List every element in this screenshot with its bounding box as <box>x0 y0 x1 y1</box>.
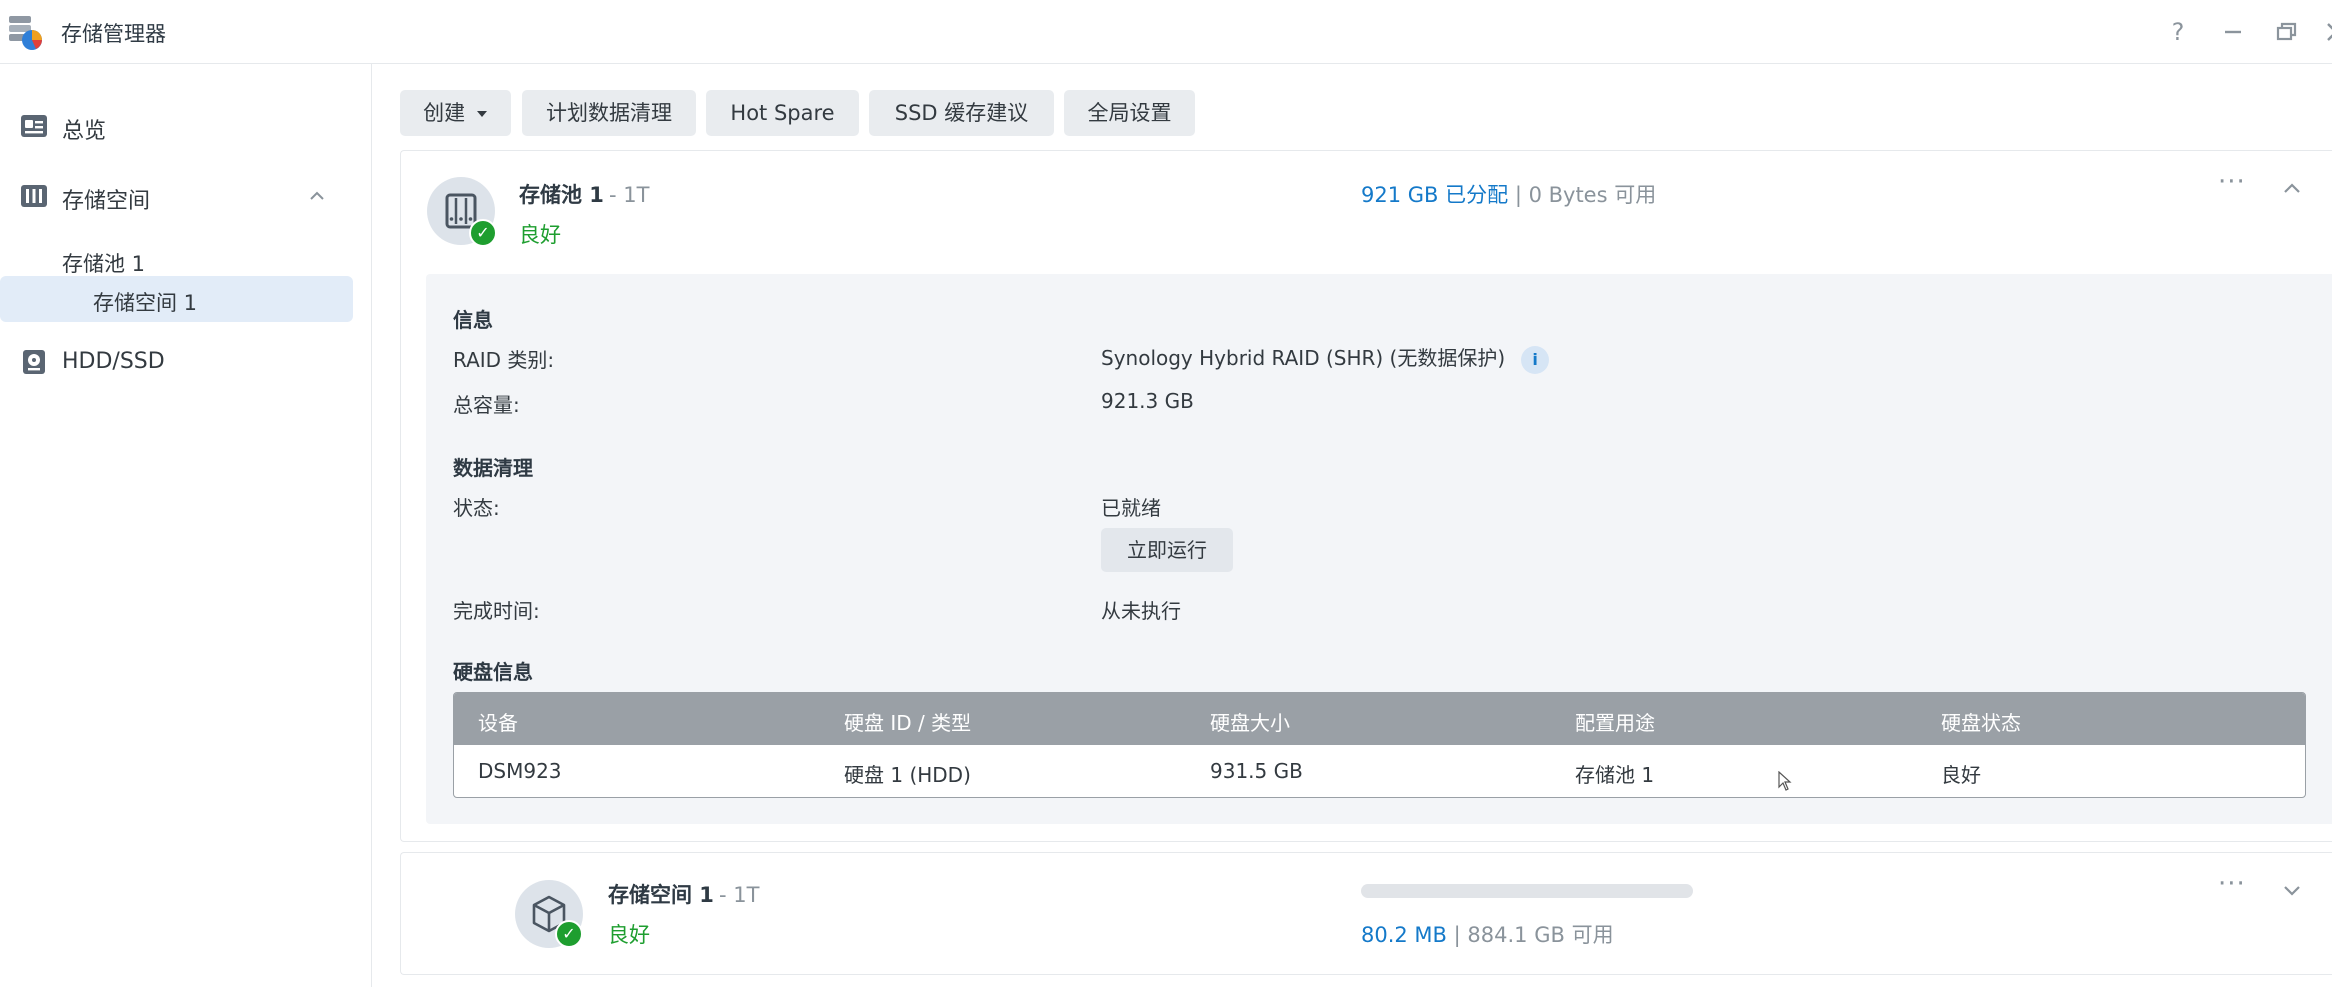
total-capacity-label: 总容量: <box>453 393 520 417</box>
disk-table: 设备 硬盘 ID / 类型 硬盘大小 配置用途 硬盘状态 DSM923 硬盘 1… <box>453 692 2306 798</box>
chevron-up-icon[interactable] <box>307 186 327 206</box>
col-device-header: 设备 <box>478 711 518 735</box>
healthy-check-icon: ✓ <box>469 219 497 247</box>
sidebar: 总览 存储空间 存储池 1 存储空间 1 HDD/SSD <box>0 64 372 987</box>
cell-usage: 存储池 1 <box>1575 763 1655 787</box>
storage-icon <box>21 185 47 207</box>
collapse-chevron-up-icon[interactable] <box>2277 173 2307 203</box>
raid-type-value-row: Synology Hybrid RAID (SHR) (无数据保护) i <box>1101 342 1550 374</box>
raid-type-label: RAID 类别: <box>453 348 555 372</box>
cell-device: DSM923 <box>478 759 562 783</box>
volume-status: 良好 <box>608 923 650 947</box>
finish-time-label: 完成时间: <box>453 599 540 623</box>
global-settings-button[interactable]: 全局设置 <box>1064 90 1195 136</box>
close-icon[interactable] <box>2318 14 2332 50</box>
sidebar-label-storage: 存储空间 <box>62 189 151 214</box>
volume-more-icon[interactable]: ··· <box>2218 869 2246 899</box>
volume-icon: ✓ <box>515 880 583 948</box>
pool-suffix: - 1T <box>609 183 650 207</box>
pool-more-icon[interactable]: ··· <box>2218 167 2246 197</box>
sidebar-label-overview: 总览 <box>62 119 107 144</box>
sidebar-label-pool: 存储池 1 <box>62 252 146 276</box>
volume-usage-bar <box>1361 884 1693 898</box>
hot-spare-button[interactable]: Hot Spare <box>706 90 859 136</box>
info-icon[interactable]: i <box>1521 345 1550 374</box>
volume-name: 存储空间 1 <box>608 883 714 907</box>
help-icon[interactable]: ? <box>2160 14 2196 50</box>
disk-info-section-title: 硬盘信息 <box>453 660 533 684</box>
pool-detail-panel: 信息 RAID 类别: Synology Hybrid RAID (SHR) (… <box>426 274 2332 824</box>
pool-usage: 921 GB 已分配 | 0 Bytes 可用 <box>1361 179 1656 209</box>
create-button-label: 创建 <box>423 101 466 125</box>
info-section-title: 信息 <box>453 308 493 332</box>
col-disk-size-header: 硬盘大小 <box>1210 711 1290 735</box>
overview-icon <box>21 115 47 137</box>
pool-separator: | <box>1514 183 1522 207</box>
cell-disk-size: 931.5 GB <box>1210 759 1303 783</box>
pool-status: 良好 <box>519 223 561 247</box>
total-capacity-value: 921.3 GB <box>1101 389 1194 413</box>
disk-table-header: 设备 硬盘 ID / 类型 硬盘大小 配置用途 硬盘状态 <box>454 693 2305 745</box>
volume-healthy-check-icon: ✓ <box>555 920 583 948</box>
schedule-scrub-button[interactable]: 计划数据清理 <box>522 90 696 136</box>
title-bar: 存储管理器 ? <box>0 0 2332 64</box>
run-now-button[interactable]: 立即运行 <box>1101 528 1233 572</box>
col-disk-status-header: 硬盘状态 <box>1941 711 2021 735</box>
sidebar-label-volume: 存储空间 1 <box>93 291 198 315</box>
hdd-icon <box>23 350 45 374</box>
scrub-section-title: 数据清理 <box>453 456 533 480</box>
col-usage-header: 配置用途 <box>1575 711 1655 735</box>
restore-icon[interactable] <box>2268 14 2304 50</box>
cell-disk-id: 硬盘 1 (HDD) <box>844 763 971 787</box>
volume-suffix: - 1T <box>719 883 760 907</box>
pool-allocated: 921 GB 已分配 <box>1361 183 1509 207</box>
cell-disk-status: 良好 <box>1941 763 1981 787</box>
expand-chevron-down-icon[interactable] <box>2277 875 2307 905</box>
minimize-icon[interactable] <box>2215 14 2251 50</box>
scrub-status-label: 状态: <box>453 496 500 520</box>
volume-usage: 80.2 MB | 884.1 GB 可用 <box>1361 919 1614 949</box>
pool-name: 存储池 1 <box>519 183 604 207</box>
caret-down-icon <box>476 111 487 117</box>
app-title: 存储管理器 <box>61 22 166 46</box>
volume-card: ✓ 存储空间 1 - 1T 良好 80.2 MB | 884.1 GB 可用 ·… <box>400 852 2332 975</box>
sidebar-item-storage[interactable]: 存储空间 <box>0 173 353 219</box>
pool-available: 0 Bytes 可用 <box>1528 183 1657 207</box>
sidebar-item-overview[interactable]: 总览 <box>0 103 353 149</box>
storage-manager-app-icon <box>9 16 42 50</box>
mouse-cursor-icon <box>1778 771 1792 791</box>
raid-type-value: Synology Hybrid RAID (SHR) (无数据保护) <box>1101 346 1506 370</box>
sidebar-label-hdd-ssd: HDD/SSD <box>62 349 165 374</box>
volume-used: 80.2 MB <box>1361 923 1447 947</box>
volume-title: 存储空间 1 - 1T <box>608 879 759 909</box>
pool-title: 存储池 1 - 1T <box>519 179 649 209</box>
ssd-cache-advisor-button[interactable]: SSD 缓存建议 <box>869 90 1054 136</box>
table-row[interactable]: DSM923 硬盘 1 (HDD) 931.5 GB 存储池 1 良好 <box>454 745 2305 797</box>
scrub-status-value: 已就绪 <box>1101 496 1161 520</box>
create-button[interactable]: 创建 <box>400 90 511 136</box>
storage-pool-icon: ✓ <box>427 177 497 247</box>
volume-separator: | <box>1453 923 1461 947</box>
finish-time-value: 从未执行 <box>1101 599 1181 623</box>
volume-available: 884.1 GB 可用 <box>1467 923 1614 947</box>
sidebar-item-volume[interactable]: 存储空间 1 <box>0 276 353 322</box>
col-disk-id-header: 硬盘 ID / 类型 <box>844 711 972 735</box>
sidebar-item-hdd-ssd[interactable]: HDD/SSD <box>0 339 353 385</box>
